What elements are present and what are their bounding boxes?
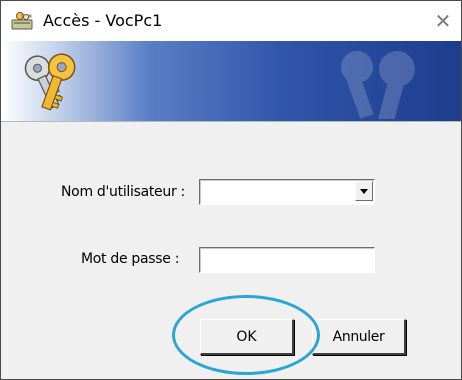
username-combobox[interactable]	[199, 179, 375, 205]
username-label: Nom d'utilisateur :	[61, 184, 185, 200]
close-button[interactable]: ✕	[429, 7, 457, 35]
chevron-down-icon	[360, 188, 368, 194]
cancel-label: Annuler	[332, 328, 385, 345]
title-bar: Accès - VocPc1 ✕	[1, 1, 461, 41]
ok-label: OK	[236, 328, 257, 345]
ok-button[interactable]: OK	[200, 319, 294, 355]
dropdown-button[interactable]	[355, 181, 373, 201]
window-title: Accès - VocPc1	[43, 11, 163, 30]
cancel-button[interactable]: Annuler	[312, 319, 406, 355]
password-field[interactable]	[199, 247, 375, 273]
login-dialog: Accès - VocPc1 ✕ Nom d'utilisateur: Mot…	[0, 0, 462, 380]
banner-divider	[1, 121, 461, 122]
keys-icon	[24, 53, 76, 111]
keys-watermark-icon	[341, 51, 415, 119]
keys-drive-icon	[11, 11, 35, 31]
close-icon: ✕	[434, 9, 452, 33]
header-banner	[1, 41, 461, 121]
password-label: Mot de passe :	[81, 251, 180, 267]
